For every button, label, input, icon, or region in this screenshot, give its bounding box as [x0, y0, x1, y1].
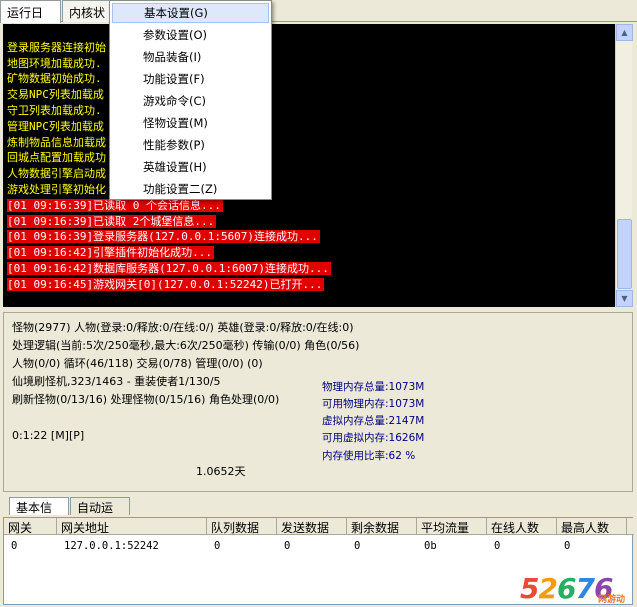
scroll-up-icon[interactable]: ▲	[616, 24, 633, 41]
log-line: 炼制物品信息加载成	[7, 135, 106, 149]
memory-physical-free: 可用物理内存:1073M	[322, 398, 425, 410]
memory-virtual-free: 可用虚拟内存:1626M	[322, 432, 425, 444]
menu-item-performance-params[interactable]: 性能参数(P)	[112, 135, 269, 155]
log-line: 管理NPC列表加载成	[7, 119, 104, 133]
column-header-gateway-address[interactable]: 网关地址	[57, 518, 207, 535]
memory-virtual-total: 虚拟内存总量:2147M	[322, 415, 425, 427]
memory-physical-total: 物理内存总量:1073M	[322, 381, 425, 393]
stat-line-4: 仙境刷怪机,323/1463 - 重装使者1/130/5	[12, 375, 221, 388]
table-cell: 0	[11, 540, 18, 552]
log-line-text: [01 09:16:39]已读取 0 个会话信息...	[7, 198, 223, 212]
menu-item-function-settings-2[interactable]: 功能设置二(Z)	[112, 179, 269, 199]
table-cell: 0	[564, 540, 571, 552]
settings-dropdown-menu: 基本设置(G) 参数设置(O) 物品装备(I) 功能设置(F) 游戏命令(C) …	[109, 0, 272, 200]
column-header-gateway[interactable]: 网关	[4, 518, 57, 535]
log-line: [01 09:16:45]游戏网关[0](127.0.0.1:52242)已打开…	[3, 277, 615, 293]
menu-item-basic-settings[interactable]: 基本设置(G)	[112, 3, 269, 23]
tab-auto-run[interactable]: 自动运行	[70, 497, 130, 532]
log-line-text: [01 09:16:42]引擎插件初始化成功...	[7, 246, 214, 260]
log-line-text: [01 09:16:39]已读取 2个城堡信息...	[7, 214, 217, 228]
stats-panel: 怪物(2977) 人物(登录:0/释放:0/在线:0/) 英雄(登录:0/释放:…	[3, 312, 633, 492]
menu-item-function-settings[interactable]: 功能设置(F)	[112, 69, 269, 89]
table-cell: 0	[214, 540, 221, 552]
log-console: 登录服务器连接初始 地图环境加载成功. 矿物数据初始成功. 交易NPC列表加载成 守卫列…	[3, 24, 615, 307]
memory-usage-ratio: 内存使用比率:62 %	[322, 450, 416, 462]
scroll-down-icon[interactable]: ▼	[616, 290, 633, 307]
menu-item-parameter-settings[interactable]: 参数设置(O)	[112, 25, 269, 45]
stat-line-5: 刷新怪物(0/13/16) 处理怪物(0/15/16) 角色处理(0/0)	[12, 393, 280, 406]
table-cell: 0	[494, 540, 501, 552]
table-cell: 0b	[424, 540, 437, 552]
days-text: 1.0652天	[196, 465, 246, 478]
log-line: [01 09:16:39]登录服务器(127.0.0.1:5607)连接成功..…	[3, 229, 615, 245]
column-header-remaining-data[interactable]: 剩余数据	[347, 518, 417, 535]
menu-item-monster-settings[interactable]: 怪物设置(M)	[112, 113, 269, 133]
table-cell: 0	[354, 540, 361, 552]
log-scrollbar[interactable]: ▲ ▼	[615, 24, 633, 307]
top-tab-bar: 运行日志 内核状	[0, 0, 637, 37]
table-header: 网关 网关地址 队列数据 发送数据 剩余数据 平均流量 在线人数 最高人数	[4, 518, 634, 535]
runtime-text: 0:1:22 [M][P]	[12, 429, 85, 442]
table-cell: 127.0.0.1:52242	[64, 540, 159, 552]
stat-line-1: 怪物(2977) 人物(登录:0/释放:0/在线:0/) 英雄(登录:0/释放:…	[12, 321, 354, 334]
site-watermark-logo: 52676 网游动力	[520, 572, 632, 605]
watermark-letter: 5	[520, 572, 540, 605]
log-line-text: [01 09:16:42]数据库服务器(127.0.0.1:6007)连接成功.…	[7, 261, 331, 275]
table-cell: 0	[284, 540, 291, 552]
menu-item-item-equipment[interactable]: 物品装备(I)	[112, 47, 269, 67]
log-line: 交易NPC列表加载成	[7, 88, 104, 102]
tab-basic-info[interactable]: 基本信息	[9, 497, 69, 532]
log-line: 矿物数据初始成功.	[7, 72, 102, 86]
log-line-text: [01 09:16:45]游戏网关[0](127.0.0.1:52242)已打开…	[7, 277, 325, 291]
column-header-avg-traffic[interactable]: 平均流量	[417, 518, 487, 535]
log-line: 守卫列表加载成功.	[7, 103, 102, 117]
log-line: 游戏处理引擎初始化	[7, 182, 106, 196]
log-line: 回城点配置加载成功	[7, 151, 106, 165]
stat-line-2: 处理逻辑(当前:5次/250毫秒,最大:6次/250毫秒) 传输(0/0) 角色…	[12, 339, 360, 352]
menu-item-game-commands[interactable]: 游戏命令(C)	[112, 91, 269, 111]
log-line: 人物数据引擎启动成	[7, 167, 106, 181]
column-header-online-count[interactable]: 在线人数	[487, 518, 557, 535]
log-line: [01 09:16:42]引擎插件初始化成功...	[3, 245, 615, 261]
stat-line-3: 人物(0/0) 循环(46/118) 交易(0/78) 管理(0/0) (0)	[12, 357, 263, 370]
column-header-queue-data[interactable]: 队列数据	[207, 518, 277, 535]
watermark-subtext: 网游动力	[598, 595, 626, 605]
log-line-text: [01 09:16:39]登录服务器(127.0.0.1:5607)连接成功..…	[7, 230, 320, 244]
log-line: [01 09:16:39]已读取 0 个会话信息...	[3, 198, 615, 214]
log-line: 地图环境加载成功.	[7, 56, 102, 70]
watermark-letter: 2	[538, 572, 558, 605]
tab-run-log[interactable]: 运行日志	[0, 0, 61, 37]
watermark-letter: 7	[575, 572, 595, 605]
log-line: 登录服务器连接初始	[7, 40, 106, 54]
column-header-sent-data[interactable]: 发送数据	[277, 518, 347, 535]
column-header-max-count[interactable]: 最高人数	[557, 518, 627, 535]
tab-kernel-status[interactable]: 内核状	[62, 0, 112, 22]
log-line: [01 09:16:42]数据库服务器(127.0.0.1:6007)连接成功.…	[3, 261, 615, 277]
log-line: [01 09:16:39]已读取 2个城堡信息...	[3, 214, 615, 230]
menu-item-hero-settings[interactable]: 英雄设置(H)	[112, 157, 269, 177]
watermark-letter: 6	[556, 572, 577, 605]
scroll-thumb[interactable]	[617, 219, 632, 289]
